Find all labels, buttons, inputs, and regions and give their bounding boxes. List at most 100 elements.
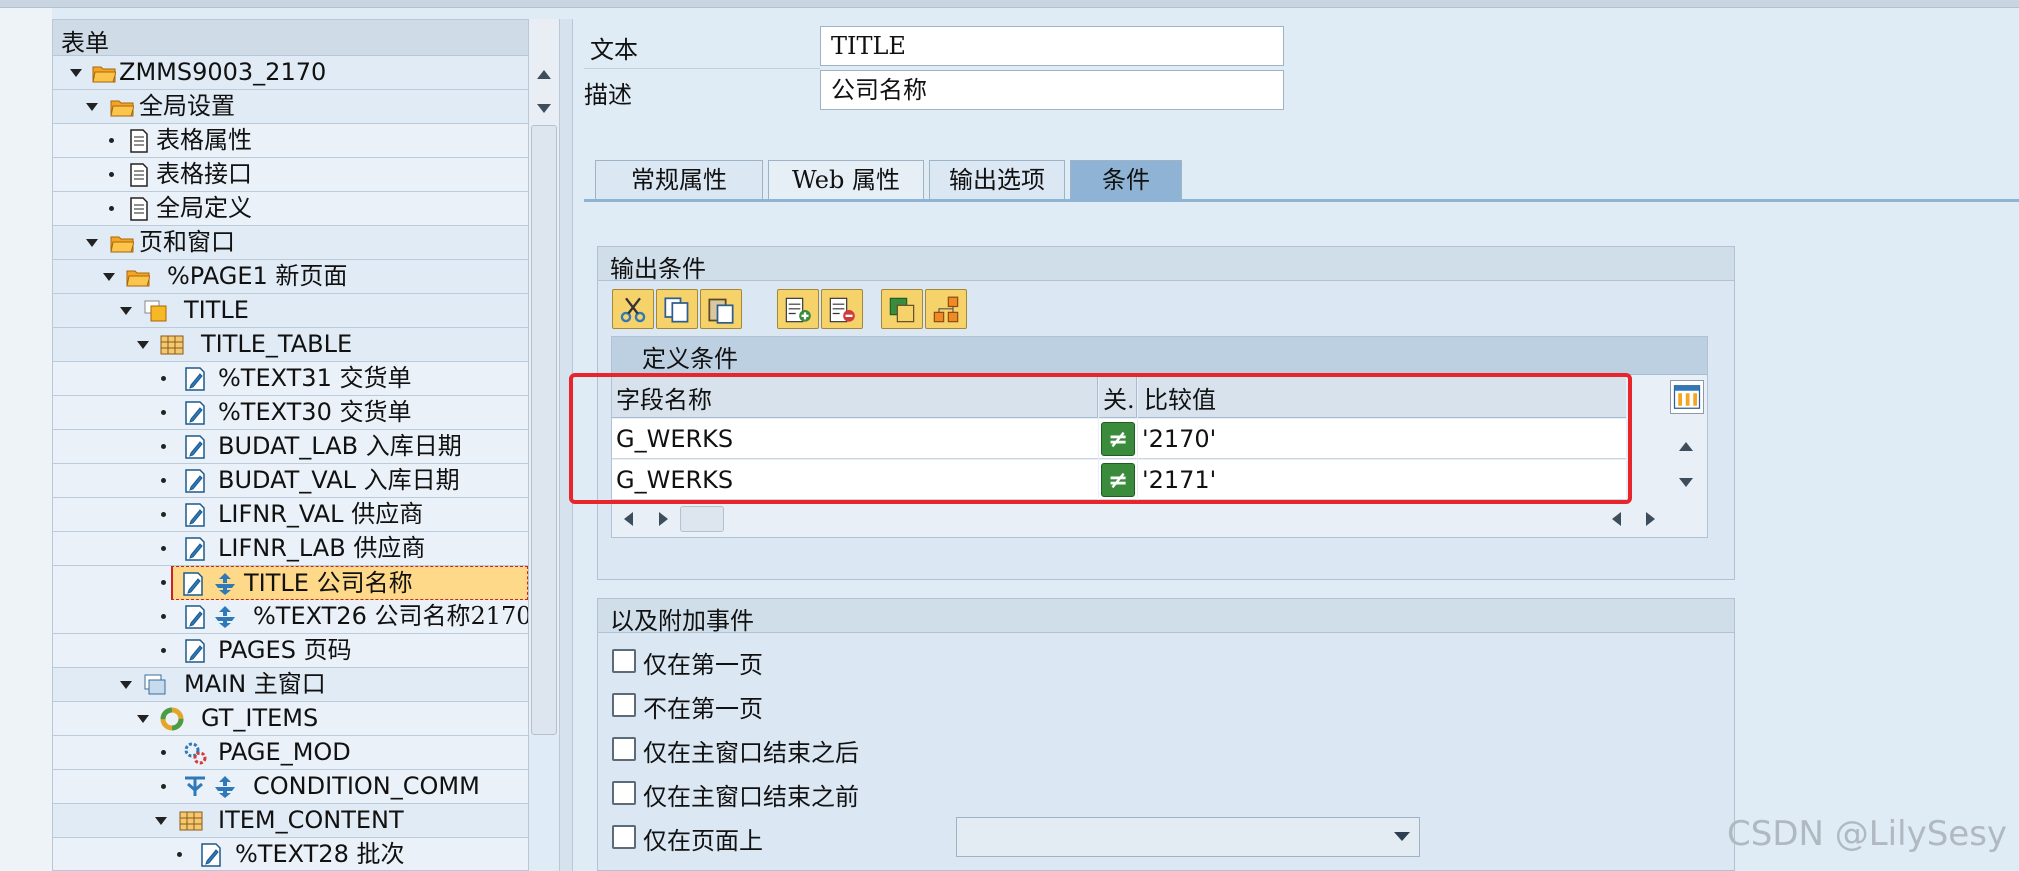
text-field[interactable]: TITLE: [820, 26, 1284, 66]
folder-open-icon: [110, 100, 134, 117]
tree-node-page-mod[interactable]: PAGE_MOD: [53, 736, 528, 770]
scissors-icon: [620, 297, 646, 323]
scroll-left-icon[interactable]: [624, 512, 633, 526]
tree-node-label: LIFNR_LAB: [218, 534, 346, 562]
table-icon: [160, 335, 184, 355]
tree-node-label: 表格接口: [156, 160, 252, 188]
scroll-right-icon[interactable]: [1646, 512, 1655, 526]
scroll-up-icon[interactable]: [1679, 442, 1693, 451]
insert-row-button[interactable]: [777, 289, 819, 329]
column-layout-button[interactable]: [1670, 380, 1704, 414]
expand-arrow-icon[interactable]: [86, 239, 98, 247]
expand-arrow-icon[interactable]: [86, 103, 98, 111]
tab-web-attributes[interactable]: Web 属性: [768, 160, 924, 200]
tree-node-budat-lab[interactable]: BUDAT_LAB 入库日期: [53, 430, 528, 464]
tree-node-label: BUDAT_VAL: [218, 466, 356, 494]
expand-arrow-icon[interactable]: [137, 341, 149, 349]
additional-events-title: 以及附加事件: [598, 599, 1734, 635]
grid-horizontal-scrollbar[interactable]: [612, 502, 1706, 536]
tree-node-global-definitions[interactable]: 全局定义: [53, 192, 528, 226]
tree-node-form-attributes[interactable]: 表格属性: [53, 124, 528, 158]
window-icon: [144, 300, 167, 322]
checkbox-not-first-page[interactable]: [612, 693, 636, 717]
bullet-icon: [161, 784, 166, 789]
grid-scroll-thumb[interactable]: [680, 506, 724, 532]
bullet-icon: [161, 580, 166, 585]
expand-arrow-icon[interactable]: [120, 681, 132, 689]
tree-node-text30[interactable]: %TEXT30 交货单: [53, 396, 528, 430]
scroll-down-icon[interactable]: [1679, 478, 1693, 487]
tab-conditions[interactable]: 条件: [1070, 160, 1182, 200]
expand-arrow-icon[interactable]: [155, 817, 167, 825]
expand-arrow-icon[interactable]: [137, 715, 149, 723]
tree-node-text26[interactable]: %TEXT26 公司名称2170: [53, 600, 528, 634]
scroll-down-icon[interactable]: [537, 104, 551, 113]
first-page-only-label: 仅在第一页: [643, 651, 763, 679]
tree-node-label: %PAGE1: [167, 262, 268, 290]
tree-node-title-text-selected[interactable]: TITLE 公司名称: [171, 566, 528, 600]
top-bar: [0, 0, 2019, 8]
scroll-right-icon[interactable]: [659, 512, 668, 526]
tree-node-label: %TEXT28: [235, 840, 349, 868]
tree-node-title-table[interactable]: TITLE_TABLE: [53, 328, 528, 362]
expand-arrow-icon[interactable]: [70, 69, 82, 77]
paste-button[interactable]: [700, 289, 742, 329]
duplicate-icon: [889, 297, 915, 323]
grid-title: 定义条件: [612, 337, 1707, 375]
tree-node-title-window[interactable]: TITLE: [53, 294, 528, 328]
tree-node-label: MAIN: [184, 670, 247, 698]
duplicate-button[interactable]: [881, 289, 923, 329]
checkbox-before-main-window-end[interactable]: [612, 781, 636, 805]
folder-open-icon: [126, 270, 150, 287]
tree-node-item-content[interactable]: ITEM_CONTENT: [53, 804, 528, 838]
tree-node-description: 批次: [356, 840, 405, 868]
tree-node-lifnr-lab[interactable]: LIFNR_LAB 供应商: [53, 532, 528, 566]
tree-node-form-interface[interactable]: 表格接口: [53, 158, 528, 192]
tree-node-label: BUDAT_LAB: [218, 432, 359, 460]
text-node-icon: [185, 537, 205, 561]
tree-node-pages-windows[interactable]: 页和窗口: [53, 226, 528, 260]
watermark: CSDN @LilySesy: [1727, 814, 2008, 854]
delete-row-button[interactable]: [821, 289, 863, 329]
description-field[interactable]: 公司名称: [820, 70, 1284, 110]
checkbox-on-page-only[interactable]: [612, 825, 636, 849]
scroll-left-icon[interactable]: [1612, 512, 1621, 526]
structure-button[interactable]: [925, 289, 967, 329]
checkbox-after-main-window[interactable]: [612, 737, 636, 761]
tree-node-text31[interactable]: %TEXT31 交货单: [53, 362, 528, 396]
tab-general-attributes[interactable]: 常规属性: [595, 160, 763, 200]
tab-output-options[interactable]: 输出选项: [929, 160, 1065, 200]
tree-node-main-window[interactable]: MAIN 主窗口: [53, 668, 528, 702]
tree-node-label: TITLE_TABLE: [201, 330, 353, 358]
checkbox-first-page-only[interactable]: [612, 649, 636, 673]
expand-arrow-icon[interactable]: [103, 273, 115, 281]
text-node-icon: [185, 605, 205, 629]
tree-node-lifnr-val[interactable]: LIFNR_VAL 供应商: [53, 498, 528, 532]
tree-scroll-thumb[interactable]: [531, 125, 557, 735]
tree-node-gt-items[interactable]: GT_ITEMS: [53, 702, 528, 736]
text-node-icon: [185, 503, 205, 527]
tree-node-text28[interactable]: %TEXT28 批次: [53, 838, 528, 870]
page-dropdown[interactable]: [956, 817, 1420, 857]
scroll-up-icon[interactable]: [537, 70, 551, 79]
bullet-icon: [161, 750, 166, 755]
description-label: 描述: [584, 81, 632, 109]
bullet-icon: [161, 478, 166, 483]
cut-button[interactable]: [612, 289, 654, 329]
after-main-window-label: 仅在主窗口结束之后: [643, 739, 859, 767]
tree-node-page1[interactable]: %PAGE1 新页面: [53, 260, 528, 294]
main-window-icon: [144, 674, 166, 695]
tree-node-pages[interactable]: PAGES 页码: [53, 634, 528, 668]
tree-node-label: GT_ITEMS: [201, 704, 319, 732]
tree-node-condition-comm[interactable]: CONDITION_COMM: [53, 770, 528, 804]
tree-node-global-settings[interactable]: 全局设置: [53, 90, 528, 124]
bullet-icon: [109, 206, 114, 211]
tree-node-budat-val[interactable]: BUDAT_VAL 入库日期: [53, 464, 528, 498]
expand-arrow-icon[interactable]: [120, 307, 132, 315]
output-conditions-title: 输出条件: [598, 247, 1734, 283]
tree-node-label: TITLE: [244, 569, 309, 597]
tree-node-form[interactable]: ZMMS9003_2170: [53, 56, 528, 90]
chevron-down-icon[interactable]: [1394, 832, 1410, 841]
bullet-icon: [161, 444, 166, 449]
copy-button[interactable]: [656, 289, 698, 329]
